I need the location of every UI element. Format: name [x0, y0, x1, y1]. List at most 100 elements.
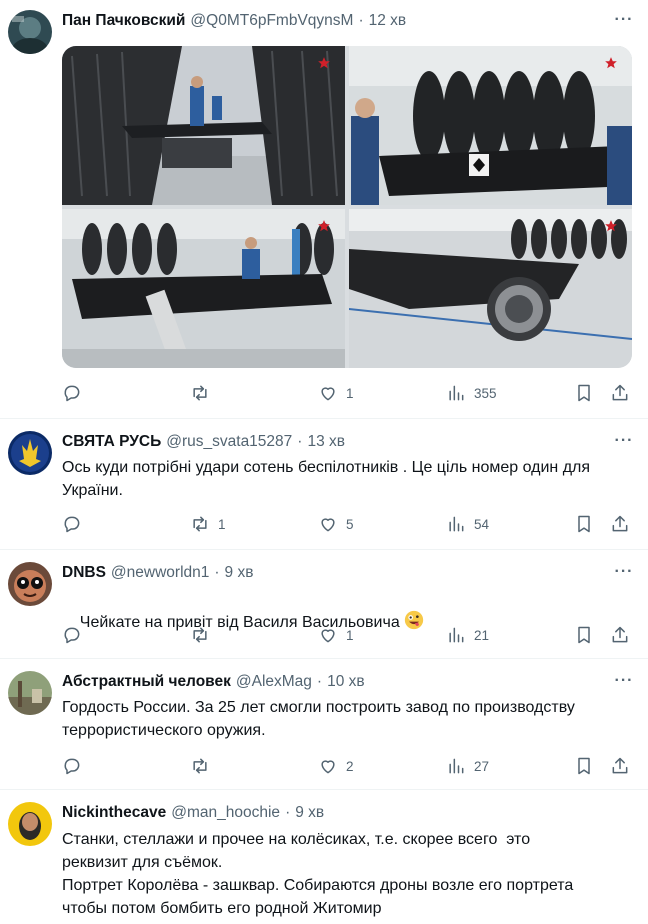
share-button[interactable]: [610, 755, 630, 777]
share-button[interactable]: [610, 513, 630, 535]
watermark-star-icon: [605, 220, 617, 232]
watermark-star-icon: [318, 220, 330, 232]
share-button[interactable]: [610, 624, 630, 646]
photo[interactable]: [62, 46, 345, 205]
share-icon: [612, 384, 628, 401]
timestamp[interactable]: 10 хв: [327, 673, 365, 691]
reply-icon: [64, 758, 80, 775]
separator-dot: ·: [316, 673, 323, 690]
reply-icon: [64, 627, 80, 644]
reply-icon: [64, 385, 80, 402]
retweet-count: 1: [218, 516, 226, 532]
retweet-icon: [193, 516, 207, 532]
author-name[interactable]: DNBS: [62, 564, 106, 582]
retweet-icon: [193, 627, 207, 643]
retweet-icon: [193, 385, 207, 401]
views-icon: [449, 385, 464, 401]
retweet-button[interactable]: [190, 755, 218, 777]
like-button[interactable]: 1: [318, 624, 354, 646]
tweet[interactable]: Абстрактный человек @AlexMag · 10 хв ···…: [0, 659, 648, 789]
photo[interactable]: [349, 46, 632, 205]
tweet[interactable]: СВЯТА РУСЬ @rus_svata15287 · 13 хв ··· О…: [0, 419, 648, 549]
view-count: 21: [474, 627, 490, 643]
photo[interactable]: [62, 209, 345, 368]
more-icon[interactable]: ···: [614, 562, 634, 582]
more-icon[interactable]: ···: [614, 10, 634, 30]
separator-dot: ·: [214, 564, 220, 581]
retweet-button[interactable]: [190, 624, 218, 646]
author-name[interactable]: Абстрактный человек: [62, 673, 231, 691]
author-handle[interactable]: @Q0MT6pFmbVqynsM: [190, 12, 353, 30]
bookmark-button[interactable]: [574, 382, 594, 404]
share-icon: [612, 626, 628, 643]
views-button[interactable]: 54: [446, 513, 489, 535]
author-handle[interactable]: @newworldn1: [111, 564, 209, 582]
reply-button[interactable]: [62, 755, 90, 777]
tweet-text-container: Чейкате на привіт від Василя Васильовича: [62, 587, 634, 657]
like-count: 2: [346, 758, 354, 774]
tweet[interactable]: Nickinthecave @man_hoochie · 9 хв Станки…: [0, 790, 648, 924]
more-icon[interactable]: ···: [614, 671, 634, 691]
avatar[interactable]: [8, 671, 52, 715]
reply-icon: [64, 516, 80, 533]
views-button[interactable]: 21: [446, 624, 489, 646]
author-handle[interactable]: @AlexMag: [236, 673, 312, 691]
like-icon: [321, 760, 335, 774]
avatar[interactable]: [8, 10, 52, 54]
tweet[interactable]: DNBS @newworldn1 · 9 хв ··· Чейкате на п…: [0, 550, 648, 658]
timestamp[interactable]: 13 хв: [307, 433, 345, 451]
reply-button[interactable]: [62, 624, 90, 646]
tweet[interactable]: Пан Пачковский @Q0MT6pFmbVqynsM · 12 хв …: [0, 0, 648, 418]
like-icon: [321, 629, 335, 643]
bookmark-button[interactable]: [574, 624, 594, 646]
bookmark-button[interactable]: [574, 755, 594, 777]
bookmark-icon: [578, 626, 590, 644]
like-button[interactable]: 5: [318, 513, 354, 535]
avatar[interactable]: [8, 802, 52, 846]
views-icon: [449, 627, 464, 643]
more-icon[interactable]: ···: [614, 431, 634, 451]
tweet-text: Станки, стеллажи и прочее на колёсиках, …: [62, 831, 574, 917]
share-button[interactable]: [610, 382, 630, 404]
like-icon: [321, 518, 335, 532]
view-count: 27: [474, 758, 490, 774]
like-button[interactable]: 1: [318, 382, 354, 404]
view-count: 54: [474, 516, 490, 532]
author-name[interactable]: Пан Пачковский: [62, 12, 185, 30]
retweet-icon: [193, 758, 207, 774]
separator-dot: ·: [297, 433, 303, 450]
author-handle[interactable]: @man_hoochie: [171, 804, 280, 822]
reply-button[interactable]: [62, 513, 90, 535]
timestamp[interactable]: 12 хв: [369, 12, 407, 30]
views-button[interactable]: 355: [446, 382, 497, 404]
views-icon: [449, 758, 464, 774]
retweet-button[interactable]: 1: [190, 513, 226, 535]
timestamp[interactable]: 9 хв: [295, 804, 324, 822]
separator-dot: ·: [358, 12, 364, 29]
avatar[interactable]: [8, 431, 52, 475]
author-handle[interactable]: @rus_svata15287: [166, 433, 292, 451]
share-icon: [612, 757, 628, 774]
reply-button[interactable]: [62, 382, 90, 404]
views-button[interactable]: 27: [446, 755, 489, 777]
bookmark-icon: [578, 757, 590, 775]
bookmark-button[interactable]: [574, 513, 594, 535]
author-name[interactable]: СВЯТА РУСЬ: [62, 433, 161, 451]
watermark-star-icon: [605, 57, 617, 69]
retweet-button[interactable]: [190, 382, 218, 404]
views-icon: [449, 516, 464, 532]
photo[interactable]: [349, 209, 632, 368]
author-name[interactable]: Nickinthecave: [62, 804, 166, 822]
like-icon: [321, 387, 335, 401]
view-count: 355: [474, 385, 497, 401]
like-count: 1: [346, 385, 354, 401]
share-icon: [612, 515, 628, 532]
timestamp[interactable]: 9 хв: [225, 564, 254, 582]
tweet-text: Ось куди потрібні удари сотень беспілотн…: [62, 459, 591, 499]
avatar[interactable]: [8, 562, 52, 606]
like-button[interactable]: 2: [318, 755, 354, 777]
tweet-text: Гордость России. За 25 лет смогли постро…: [62, 699, 575, 739]
like-count: 1: [346, 627, 354, 643]
media-grid[interactable]: [62, 46, 632, 368]
bookmark-icon: [578, 515, 590, 533]
